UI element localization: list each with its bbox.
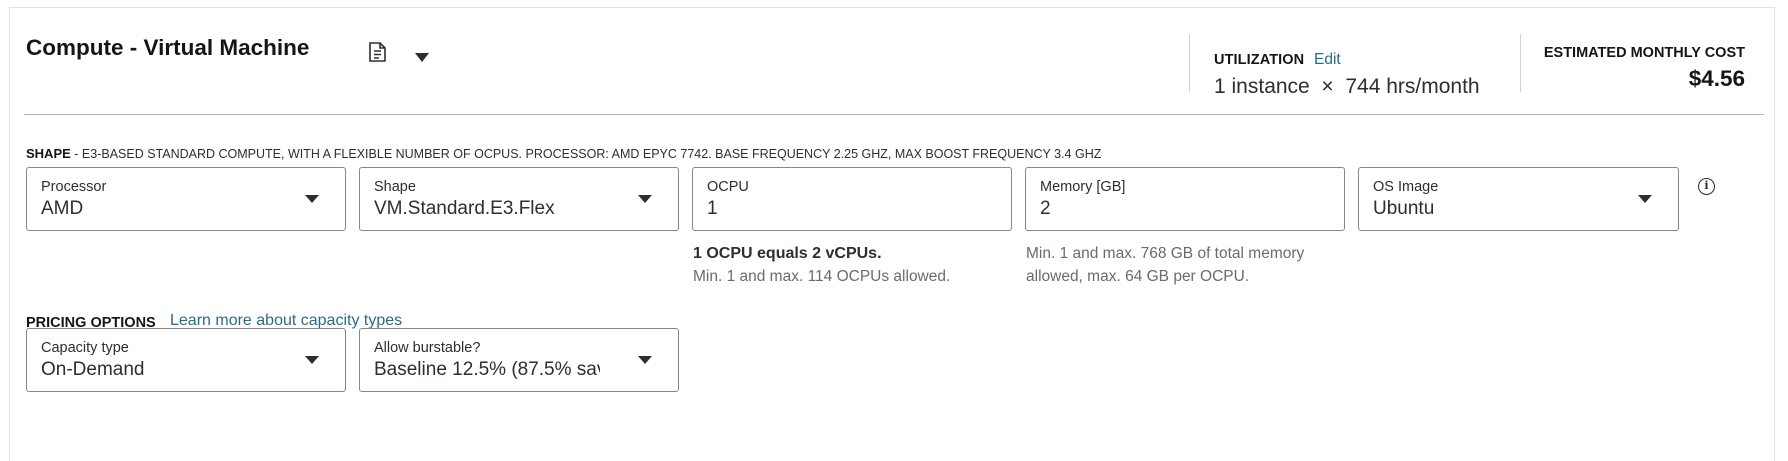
header-divider	[24, 114, 1764, 115]
estimated-cost-label: ESTIMATED MONTHLY COST	[1543, 45, 1745, 61]
capacity-type-label: Capacity type	[41, 340, 129, 356]
ocpu-value: 1	[707, 198, 718, 219]
ocpu-input[interactable]: OCPU 1	[692, 167, 1012, 231]
divider	[1520, 34, 1521, 92]
chevron-down-icon	[638, 195, 652, 203]
shape-section-label: SHAPE	[26, 146, 71, 161]
utilization-value: 1 instance × 744 hrs/month	[1214, 75, 1480, 98]
ocpu-help: 1 OCPU equals 2 vCPUs. Min. 1 and max. 1…	[693, 242, 950, 288]
memory-input[interactable]: Memory [GB] 2	[1025, 167, 1345, 231]
chevron-down-icon	[1638, 195, 1652, 203]
copy-icon[interactable]	[367, 39, 389, 65]
memory-help-line1: Min. 1 and max. 768 GB of total memory	[1026, 245, 1305, 262]
burstable-value: Baseline 12.5% (87.5% sav	[374, 359, 600, 380]
shape-section-description: - E3-BASED STANDARD COMPUTE, WITH A FLEX…	[70, 147, 1102, 161]
ocpu-help-text: Min. 1 and max. 114 OCPUs allowed.	[693, 268, 951, 285]
os-image-label: OS Image	[1373, 179, 1439, 195]
chevron-down-icon	[305, 356, 319, 364]
utilization-edit-link[interactable]: Edit	[1314, 51, 1341, 69]
estimated-cost-value: $4.56	[1688, 66, 1745, 91]
caret-down-icon[interactable]	[415, 53, 429, 62]
capacity-type-value: On-Demand	[41, 359, 145, 380]
memory-help-line2: allowed, max. 64 GB per OCPU.	[1026, 268, 1250, 285]
processor-select[interactable]: Processor AMD	[26, 167, 346, 231]
info-icon[interactable]: i	[1698, 178, 1715, 195]
page-title: Compute - Virtual Machine	[26, 35, 310, 60]
memory-help: Min. 1 and max. 768 GB of total memory a…	[1026, 242, 1304, 288]
chevron-down-icon	[638, 356, 652, 364]
compute-vm-card: Compute - Virtual Machine UTILIZATION Ed…	[9, 7, 1775, 461]
shape-label: Shape	[374, 179, 416, 195]
shape-section-heading: SHAPE - E3-BASED STANDARD COMPUTE, WITH …	[26, 146, 1101, 161]
capacity-type-select[interactable]: Capacity type On-Demand	[26, 328, 346, 392]
os-image-value: Ubuntu	[1373, 198, 1435, 219]
burstable-label: Allow burstable?	[374, 340, 481, 356]
processor-value: AMD	[41, 198, 84, 219]
shape-select[interactable]: Shape VM.Standard.E3.Flex	[359, 167, 679, 231]
utilization-label: UTILIZATION	[1214, 52, 1305, 68]
shape-value: VM.Standard.E3.Flex	[374, 198, 555, 219]
chevron-down-icon	[305, 195, 319, 203]
os-image-select[interactable]: OS Image Ubuntu	[1358, 167, 1679, 231]
memory-value: 2	[1040, 198, 1051, 219]
memory-label: Memory [GB]	[1040, 179, 1126, 195]
ocpu-label: OCPU	[707, 179, 749, 195]
divider	[1189, 34, 1190, 92]
ocpu-help-strong: 1 OCPU equals 2 vCPUs.	[693, 245, 882, 262]
processor-label: Processor	[41, 179, 107, 195]
burstable-select[interactable]: Allow burstable? Baseline 12.5% (87.5% s…	[359, 328, 679, 392]
